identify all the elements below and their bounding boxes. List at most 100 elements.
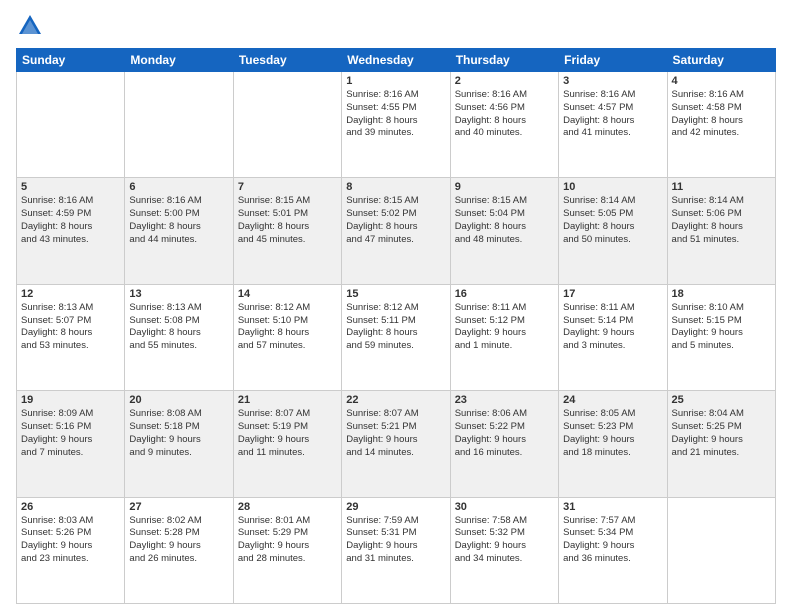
day-info: Sunrise: 8:16 AM bbox=[563, 89, 662, 102]
day-info: Sunrise: 8:11 AM bbox=[455, 302, 554, 315]
day-info: and 45 minutes. bbox=[238, 234, 337, 247]
calendar-cell: 11Sunrise: 8:14 AMSunset: 5:06 PMDayligh… bbox=[667, 178, 775, 284]
calendar-cell: 26Sunrise: 8:03 AMSunset: 5:26 PMDayligh… bbox=[17, 497, 125, 603]
day-info: Sunrise: 8:07 AM bbox=[238, 408, 337, 421]
calendar-cell: 8 Sunrise: 8:15 AMSunset: 5:02 PMDaylight… bbox=[342, 178, 450, 284]
day-info: Sunset: 5:08 PM bbox=[129, 315, 228, 328]
day-info: and 9 minutes. bbox=[129, 447, 228, 460]
day-info: Sunset: 5:25 PM bbox=[672, 421, 771, 434]
day-info: Sunset: 5:11 PM bbox=[346, 315, 445, 328]
day-info: Sunrise: 8:13 AM bbox=[21, 302, 120, 315]
day-info: Sunrise: 8:14 AM bbox=[563, 195, 662, 208]
day-info: Daylight: 9 hours bbox=[129, 434, 228, 447]
day-info: Daylight: 9 hours bbox=[129, 540, 228, 553]
day-info: and 39 minutes. bbox=[346, 127, 445, 140]
day-number: 8 bbox=[346, 181, 445, 193]
day-info: and 34 minutes. bbox=[455, 553, 554, 566]
day-number: 17 bbox=[563, 288, 662, 300]
day-info: Daylight: 9 hours bbox=[21, 540, 120, 553]
day-info: and 50 minutes. bbox=[563, 234, 662, 247]
day-info: and 55 minutes. bbox=[129, 340, 228, 353]
day-info: Sunrise: 8:05 AM bbox=[563, 408, 662, 421]
calendar-table: SundayMondayTuesdayWednesdayThursdayFrid… bbox=[16, 48, 776, 604]
day-info: Daylight: 9 hours bbox=[21, 434, 120, 447]
day-info: Sunrise: 7:57 AM bbox=[563, 515, 662, 528]
day-info: Daylight: 8 hours bbox=[129, 327, 228, 340]
calendar-cell bbox=[17, 72, 125, 178]
calendar-cell bbox=[667, 497, 775, 603]
day-info: and 21 minutes. bbox=[672, 447, 771, 460]
col-header-thursday: Thursday bbox=[450, 49, 558, 72]
day-info: and 48 minutes. bbox=[455, 234, 554, 247]
col-header-tuesday: Tuesday bbox=[233, 49, 341, 72]
calendar-cell: 13Sunrise: 8:13 AMSunset: 5:08 PMDayligh… bbox=[125, 284, 233, 390]
day-info: and 41 minutes. bbox=[563, 127, 662, 140]
day-info: Sunset: 5:14 PM bbox=[563, 315, 662, 328]
day-info: Daylight: 9 hours bbox=[455, 327, 554, 340]
day-info: Daylight: 8 hours bbox=[346, 221, 445, 234]
day-number: 7 bbox=[238, 181, 337, 193]
day-info: Sunset: 5:04 PM bbox=[455, 208, 554, 221]
day-info: Sunrise: 7:58 AM bbox=[455, 515, 554, 528]
day-info: and 47 minutes. bbox=[346, 234, 445, 247]
day-info: Sunset: 5:00 PM bbox=[129, 208, 228, 221]
day-info: Sunrise: 8:15 AM bbox=[238, 195, 337, 208]
calendar-cell: 18Sunrise: 8:10 AMSunset: 5:15 PMDayligh… bbox=[667, 284, 775, 390]
day-info: Sunset: 4:56 PM bbox=[455, 102, 554, 115]
day-info: Sunset: 5:29 PM bbox=[238, 527, 337, 540]
day-info: and 28 minutes. bbox=[238, 553, 337, 566]
day-info: and 1 minute. bbox=[455, 340, 554, 353]
day-info: Sunset: 5:05 PM bbox=[563, 208, 662, 221]
calendar-cell: 2Sunrise: 8:16 AMSunset: 4:56 PMDaylight… bbox=[450, 72, 558, 178]
day-info: Sunrise: 8:15 AM bbox=[346, 195, 445, 208]
day-info: Sunrise: 8:15 AM bbox=[455, 195, 554, 208]
day-info: Daylight: 9 hours bbox=[455, 540, 554, 553]
calendar-cell: 17Sunrise: 8:11 AMSunset: 5:14 PMDayligh… bbox=[559, 284, 667, 390]
day-number: 14 bbox=[238, 288, 337, 300]
day-info: Daylight: 8 hours bbox=[129, 221, 228, 234]
day-info: and 26 minutes. bbox=[129, 553, 228, 566]
day-info: Daylight: 9 hours bbox=[238, 540, 337, 553]
day-info: Sunrise: 8:14 AM bbox=[672, 195, 771, 208]
day-number: 31 bbox=[563, 501, 662, 513]
calendar-week-row: 19Sunrise: 8:09 AMSunset: 5:16 PMDayligh… bbox=[17, 391, 776, 497]
day-number: 29 bbox=[346, 501, 445, 513]
calendar-cell: 4Sunrise: 8:16 AMSunset: 4:58 PMDaylight… bbox=[667, 72, 775, 178]
calendar-header-row: SundayMondayTuesdayWednesdayThursdayFrid… bbox=[17, 49, 776, 72]
calendar-week-row: 12Sunrise: 8:13 AMSunset: 5:07 PMDayligh… bbox=[17, 284, 776, 390]
day-number: 15 bbox=[346, 288, 445, 300]
day-info: Sunrise: 8:12 AM bbox=[238, 302, 337, 315]
calendar-cell: 1Sunrise: 8:16 AMSunset: 4:55 PMDaylight… bbox=[342, 72, 450, 178]
day-info: Sunset: 5:02 PM bbox=[346, 208, 445, 221]
logo-icon bbox=[16, 12, 44, 40]
day-info: and 59 minutes. bbox=[346, 340, 445, 353]
calendar-cell: 7Sunrise: 8:15 AMSunset: 5:01 PMDaylight… bbox=[233, 178, 341, 284]
day-info: Daylight: 8 hours bbox=[21, 327, 120, 340]
day-info: Daylight: 8 hours bbox=[672, 115, 771, 128]
day-info: Daylight: 8 hours bbox=[346, 327, 445, 340]
day-info: and 16 minutes. bbox=[455, 447, 554, 460]
day-info: Sunrise: 8:13 AM bbox=[129, 302, 228, 315]
day-info: and 42 minutes. bbox=[672, 127, 771, 140]
logo bbox=[16, 12, 46, 40]
col-header-friday: Friday bbox=[559, 49, 667, 72]
day-number: 5 bbox=[21, 181, 120, 193]
calendar-cell: 9Sunrise: 8:15 AMSunset: 5:04 PMDaylight… bbox=[450, 178, 558, 284]
day-info: and 51 minutes. bbox=[672, 234, 771, 247]
calendar-cell bbox=[233, 72, 341, 178]
day-number: 11 bbox=[672, 181, 771, 193]
day-info: and 36 minutes. bbox=[563, 553, 662, 566]
day-info: Sunrise: 7:59 AM bbox=[346, 515, 445, 528]
calendar-cell bbox=[125, 72, 233, 178]
day-number: 1 bbox=[346, 75, 445, 87]
calendar-cell: 23Sunrise: 8:06 AMSunset: 5:22 PMDayligh… bbox=[450, 391, 558, 497]
day-info: Daylight: 9 hours bbox=[563, 327, 662, 340]
day-number: 3 bbox=[563, 75, 662, 87]
day-info: Sunset: 4:58 PM bbox=[672, 102, 771, 115]
day-info: and 40 minutes. bbox=[455, 127, 554, 140]
calendar-cell: 16Sunrise: 8:11 AMSunset: 5:12 PMDayligh… bbox=[450, 284, 558, 390]
day-number: 9 bbox=[455, 181, 554, 193]
day-info: Sunset: 5:22 PM bbox=[455, 421, 554, 434]
calendar-week-row: 1Sunrise: 8:16 AMSunset: 4:55 PMDaylight… bbox=[17, 72, 776, 178]
day-info: Sunrise: 8:02 AM bbox=[129, 515, 228, 528]
